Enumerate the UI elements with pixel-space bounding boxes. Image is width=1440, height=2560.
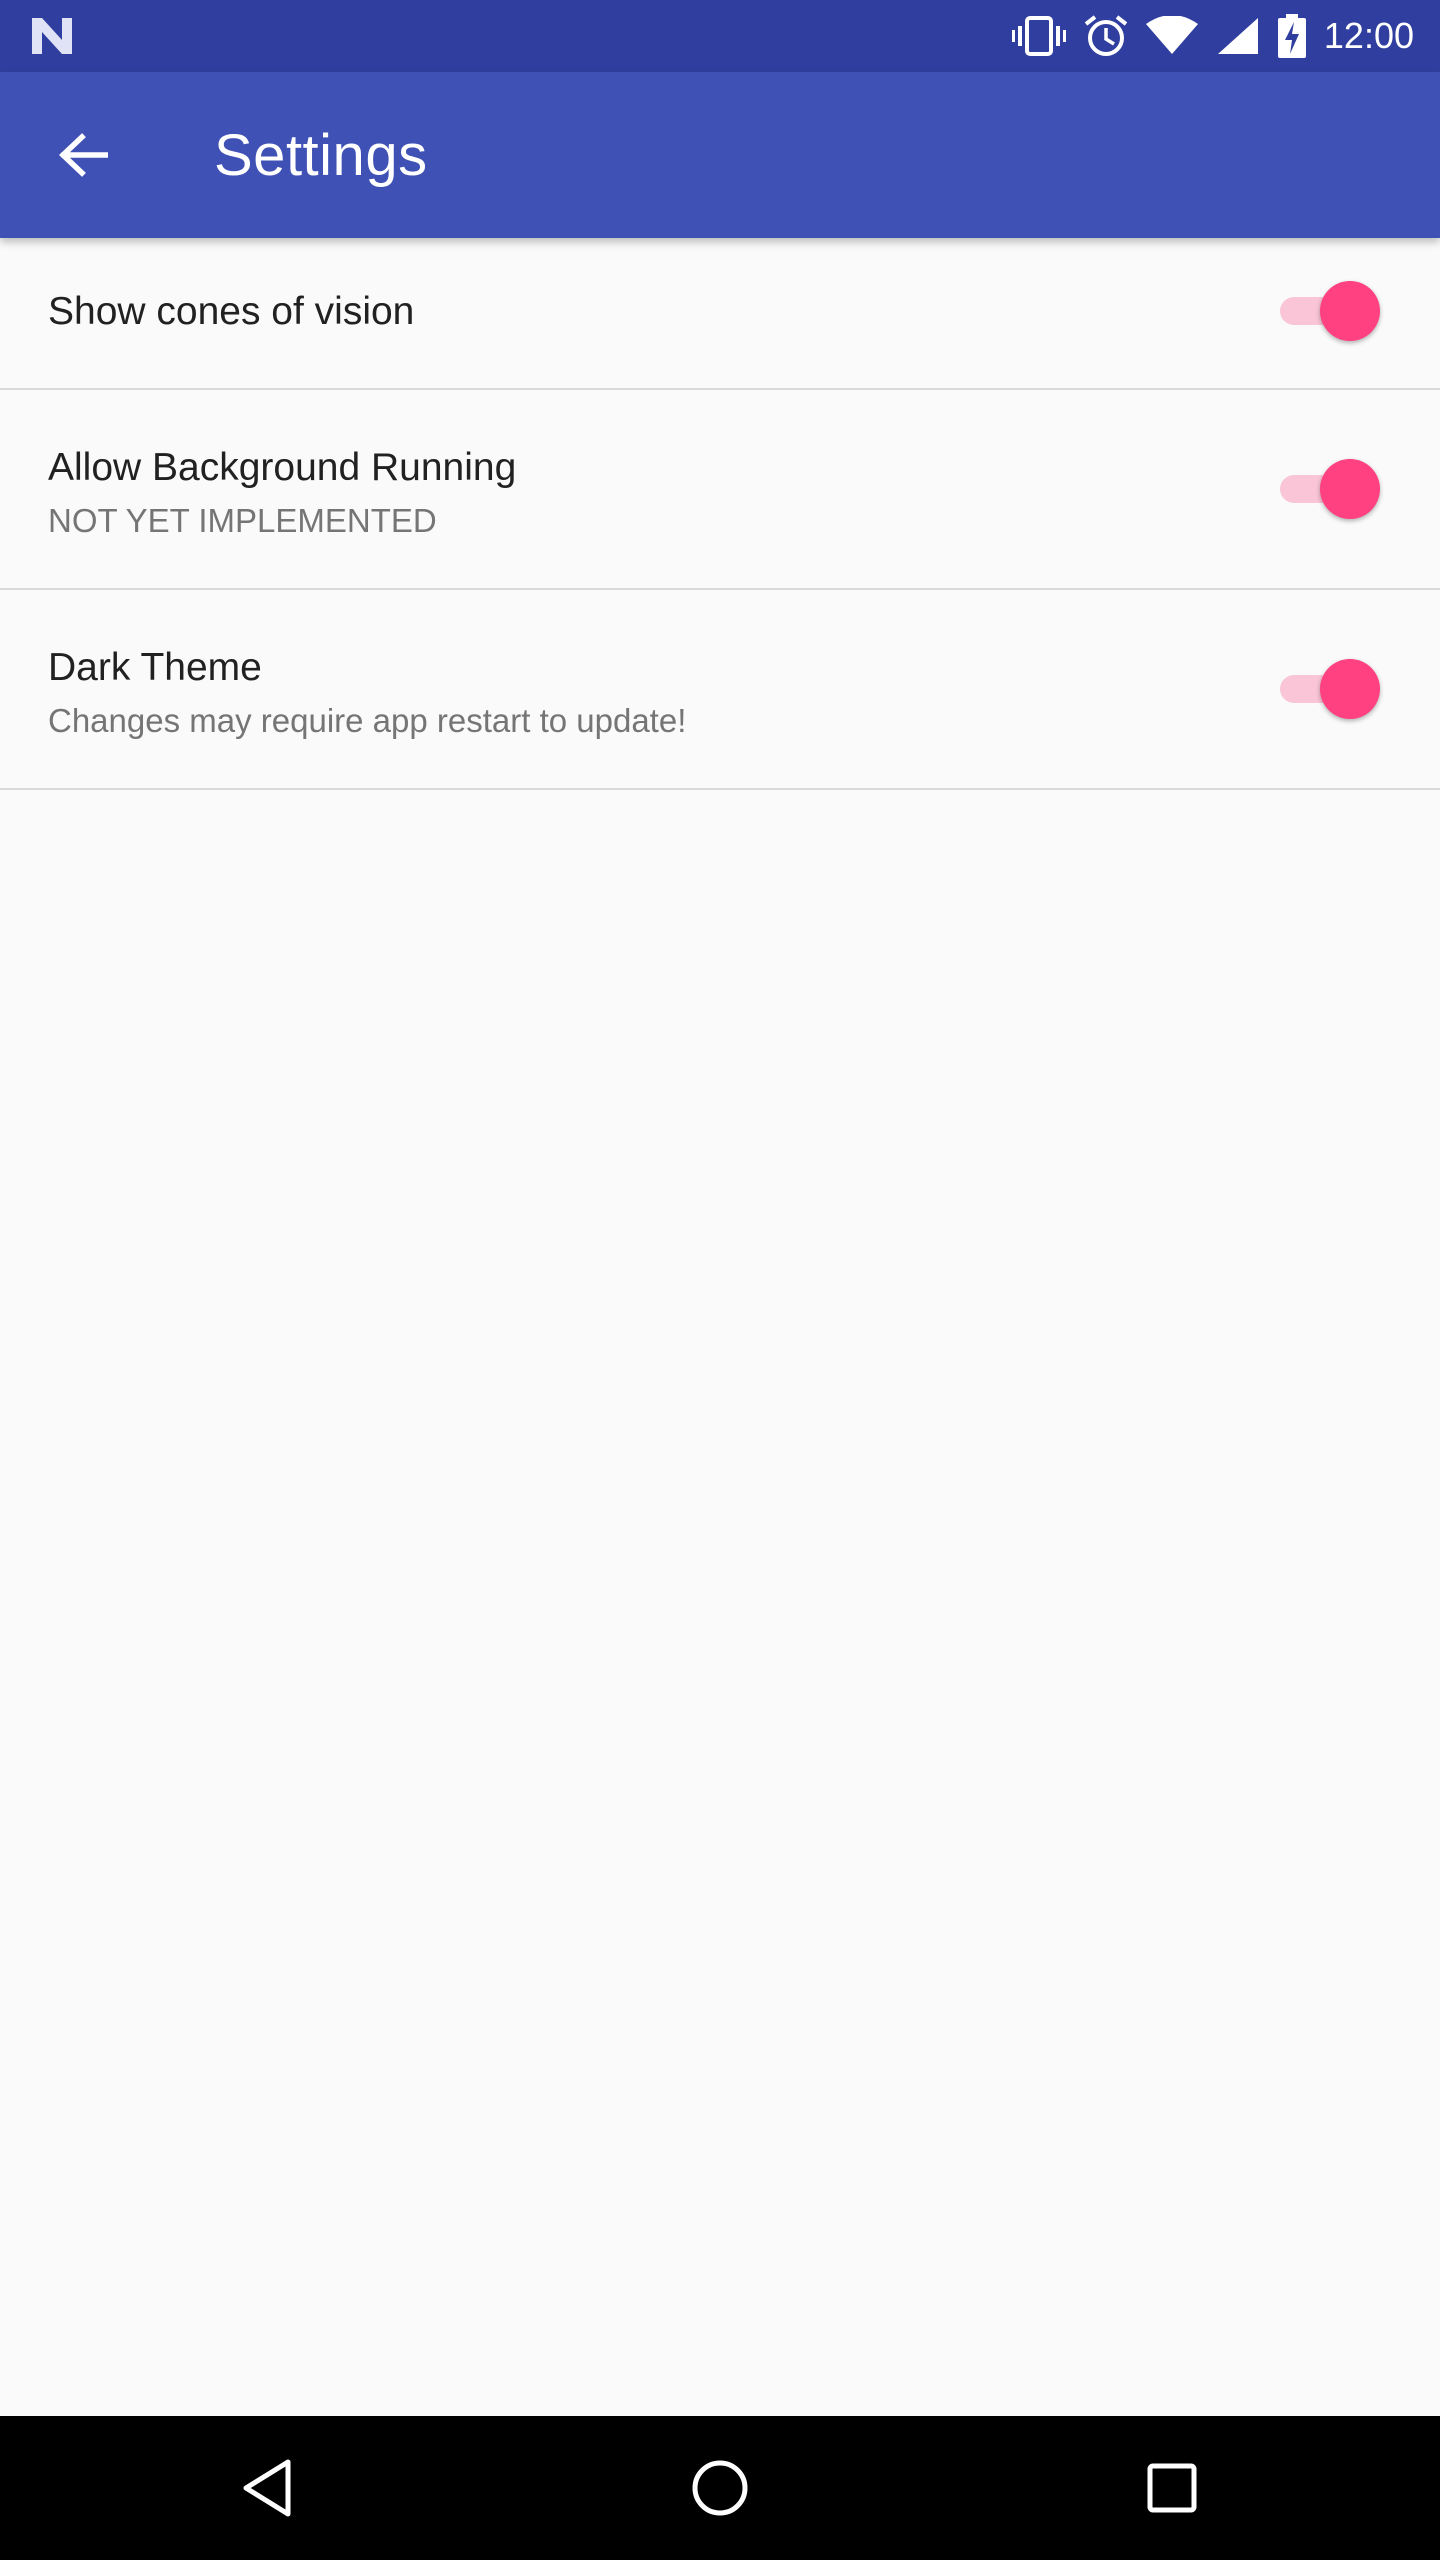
preference-background-running[interactable]: Allow Background Running NOT YET IMPLEME… xyxy=(0,390,1440,590)
preference-title: Allow Background Running xyxy=(48,446,517,489)
switch-thumb xyxy=(1320,281,1380,341)
preference-title: Dark Theme xyxy=(48,646,262,689)
show-cones-switch[interactable] xyxy=(1280,278,1384,344)
preference-dark-theme[interactable]: Dark Theme Changes may require app resta… xyxy=(0,590,1440,790)
vibrate-icon xyxy=(1011,16,1066,56)
arrow-back-icon xyxy=(59,133,108,177)
preference-show-cones[interactable]: Show cones of vision xyxy=(0,238,1440,390)
nav-recents-button[interactable] xyxy=(1122,2438,1222,2538)
preference-summary: Changes may require app restart to updat… xyxy=(48,702,687,739)
battery-charging-icon xyxy=(1277,14,1306,58)
nav-recents-icon xyxy=(1147,2463,1197,2513)
preference-list: Show cones of vision Allow Background Ru… xyxy=(0,238,1440,790)
wifi-icon xyxy=(1145,16,1198,54)
preference-title: Show cones of vision xyxy=(48,290,415,333)
preference-summary: NOT YET IMPLEMENTED xyxy=(48,502,437,539)
nav-home-icon xyxy=(692,2460,748,2516)
navigation-bar xyxy=(0,2416,1440,2560)
switch-thumb xyxy=(1320,459,1380,519)
cell-signal-icon xyxy=(1217,18,1258,54)
status-bar: 12:00 xyxy=(0,0,1440,72)
dark-theme-switch[interactable] xyxy=(1280,656,1384,722)
switch-thumb xyxy=(1320,659,1380,719)
background-running-switch[interactable] xyxy=(1280,456,1384,522)
back-button[interactable] xyxy=(38,110,128,200)
nav-home-button[interactable] xyxy=(670,2438,770,2538)
status-time: 12:00 xyxy=(1323,15,1414,56)
nav-back-icon xyxy=(243,2459,291,2517)
alarm-icon xyxy=(1084,15,1128,56)
app-bar: Settings xyxy=(0,72,1440,238)
page-title: Settings xyxy=(214,123,428,188)
nav-back-button[interactable] xyxy=(218,2438,318,2538)
notification-n-icon xyxy=(32,18,72,54)
status-icons: 12:00 xyxy=(1011,0,1440,72)
